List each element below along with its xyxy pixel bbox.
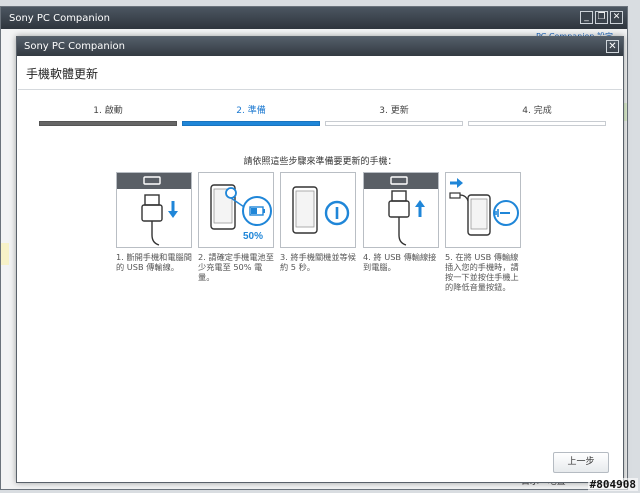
step-bar-done [39,121,177,126]
step-card-text: 3. 將手機關機並等候約 5 秒。 [280,252,356,272]
instruction-text: 請依照這些步驟來準備要更新的手機： [243,157,397,167]
dialog-titlebar: Sony PC Companion [17,37,623,56]
step-card-2: 50% 2. 請確定手機電池至少充電至 50% 電量。 [198,172,274,282]
step-prepare: 2. 準備 [182,103,320,126]
step-label: 1. 啟動 [93,106,123,116]
dialog-heading: 手機軟體更新 [26,67,99,81]
back-button[interactable]: 上一步 [553,452,609,473]
close-icon[interactable]: ✕ [610,11,623,24]
usb-plug-in-icon [363,172,439,248]
background-titlebar: Sony PC Companion [1,7,627,29]
step-card-text: 1. 斷開手機和電腦間的 USB 傳輸線。 [116,252,192,272]
background-notice-edge [1,243,9,265]
battery-check-icon: 50% [198,172,274,248]
step-finish: 4. 完成 [468,103,606,126]
watermark-text: #804908 [587,478,638,491]
power-off-icon [280,172,356,248]
update-dialog: Sony PC Companion ✕ 手機軟體更新 1. 啟動 2. 準備 3… [16,36,624,483]
step-card-text: 4. 將 USB 傳輸線接到電腦。 [363,252,437,272]
step-card-1: 1. 斷開手機和電腦間的 USB 傳輸線。 [116,172,192,272]
step-start: 1. 啟動 [39,103,177,126]
background-window-title: Sony PC Companion [9,12,110,24]
volume-down-connect-icon [445,172,521,248]
heading-divider [18,89,622,90]
battery-percent-label: 50% [243,231,263,242]
step-bar-pending [468,121,606,126]
dialog-close-icon[interactable]: ✕ [606,40,619,53]
step-update: 3. 更新 [325,103,463,126]
dialog-title: Sony PC Companion [24,41,125,52]
usb-unplug-icon [116,172,192,248]
background-window-controls: _ ❐ ✕ [580,11,623,24]
step-bar-active [182,121,320,126]
step-label: 3. 更新 [379,106,409,116]
step-card-text: 5. 在將 USB 傳輸線插入您的手機時，請按一下並按住手機上的降低音量按鈕。 [445,252,519,292]
step-card-text: 2. 請確定手機電池至少充電至 50% 電量。 [198,252,274,282]
step-card-5: 5. 在將 USB 傳輸線插入您的手機時，請按一下並按住手機上的降低音量按鈕。 [445,172,521,292]
step-card-3: 3. 將手機關機並等候約 5 秒。 [280,172,356,272]
restore-icon[interactable]: ❐ [595,11,608,24]
step-card-4: 4. 將 USB 傳輸線接到電腦。 [363,172,439,272]
minimize-icon[interactable]: _ [580,11,593,24]
step-label: 2. 準備 [236,106,266,116]
step-bar-pending [325,121,463,126]
step-label: 4. 完成 [522,106,552,116]
